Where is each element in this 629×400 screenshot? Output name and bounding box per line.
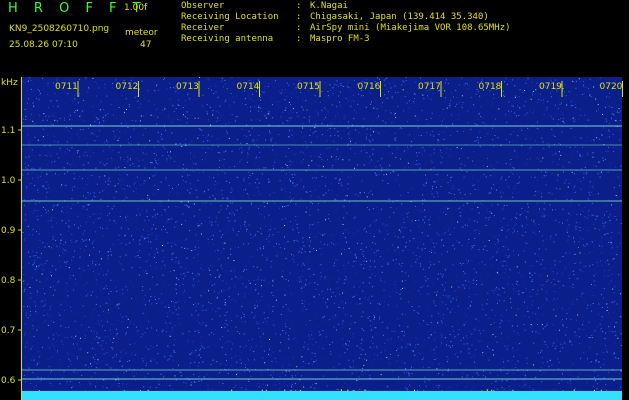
info-separator: : <box>296 23 307 33</box>
time-label: 0720 <box>600 82 623 92</box>
info-value: Chigasaki, Japan (139.414 35.340) <box>310 12 489 22</box>
info-separator: : <box>296 12 307 22</box>
spectrogram-panel: kHz 1.1 1.0 0.9 0.8 0.7 0.6 0711 0712 0713 0714 0… <box>0 77 629 400</box>
info-row-observer: Observer: K.Nagai <box>181 1 510 12</box>
time-label: 0714 <box>237 82 260 92</box>
time-label: 0717 <box>418 82 441 92</box>
y-tick-label: 1.1 <box>1 126 15 136</box>
y-tick-label: 0.9 <box>1 226 16 236</box>
info-row-antenna: Receiving antenna: Maspro FM-3 <box>181 34 510 45</box>
filename-label: KN9_2508260710.png <box>9 24 110 34</box>
y-unit-label: kHz <box>1 78 18 88</box>
time-label: 0712 <box>116 82 139 92</box>
spectrogram-background <box>22 77 622 400</box>
time-label: 0719 <box>539 82 562 92</box>
time-label: 0713 <box>176 82 199 92</box>
datetime-label: 25.08.26 07:10 <box>9 40 78 50</box>
info-separator: : <box>296 1 307 11</box>
info-label: Receiving antenna <box>181 34 274 44</box>
info-value: K.Nagai <box>310 1 348 11</box>
y-tick-label: 0.7 <box>1 326 15 336</box>
version-label: 1.00f <box>124 3 148 13</box>
time-label: 0711 <box>55 82 78 92</box>
spectrogram-svg: kHz 1.1 1.0 0.9 0.8 0.7 0.6 0711 0712 0713 0714 0… <box>1 77 623 400</box>
info-separator: : <box>296 34 307 44</box>
y-tick-label: 1.0 <box>1 176 16 186</box>
info-label: Receiving Location <box>181 12 279 22</box>
time-label: 0715 <box>297 82 320 92</box>
y-tick-label: 0.8 <box>1 276 16 286</box>
time-label: 0716 <box>358 82 381 92</box>
meteor-label: meteor <box>125 28 158 38</box>
y-ticks: 1.1 1.0 0.9 0.8 0.7 0.6 <box>1 126 22 386</box>
info-value: Maspro FM-3 <box>310 34 370 44</box>
info-row-location: Receiving Location: Chigasaki, Japan (13… <box>181 12 510 23</box>
time-label: 0718 <box>479 82 502 92</box>
meteor-count: 47 <box>140 40 152 50</box>
info-value: AirSpy mini (Miakejima VOR 108.65MHz) <box>310 23 511 33</box>
info-label: Observer <box>181 1 225 11</box>
info-row-receiver: Receiver: AirSpy mini (Miakejima VOR 108… <box>181 23 510 34</box>
info-label: Receiver <box>181 23 225 33</box>
y-tick-label: 0.6 <box>1 376 16 386</box>
header-panel: H R O F F T 1.00f KN9_2508260710.png met… <box>0 0 629 76</box>
station-info: Observer: K.Nagai Receiving Location: Ch… <box>181 1 510 45</box>
baseline-band <box>22 391 622 400</box>
